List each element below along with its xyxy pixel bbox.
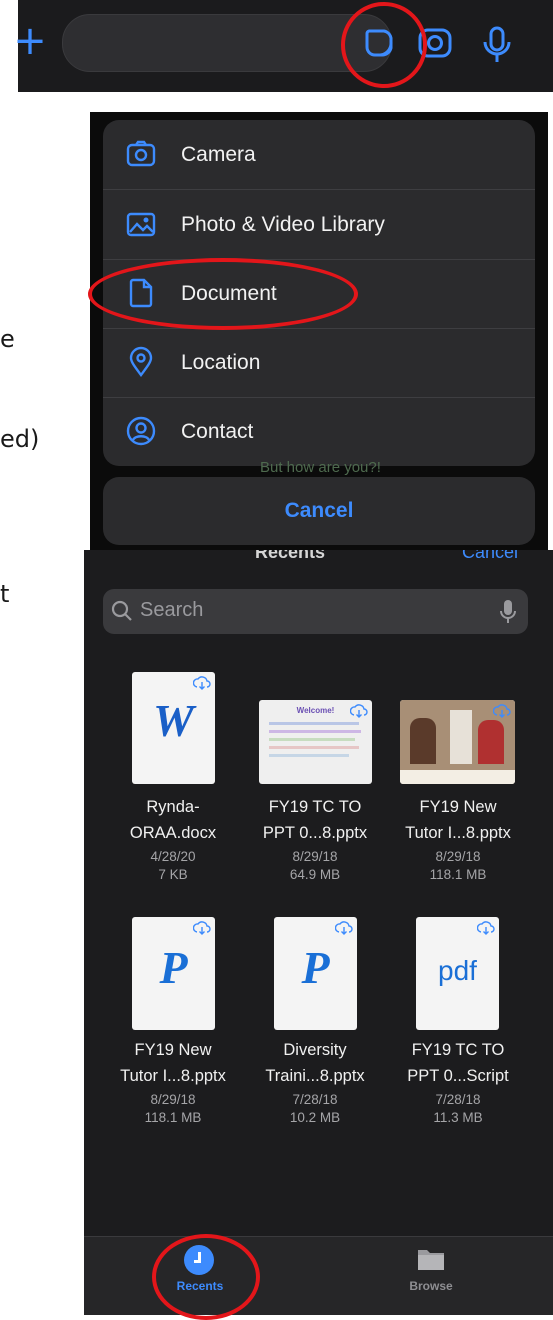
menu-item-camera[interactable]: Camera: [103, 120, 535, 190]
menu-item-label: Photo & Video Library: [181, 213, 385, 236]
pdf-file-thumbnail: pdf: [416, 917, 499, 1030]
file-name-line1: FY19 New: [134, 1041, 212, 1059]
file-name-line2: Tutor I...8.pptx: [405, 824, 511, 842]
file-date: 8/29/18: [292, 849, 338, 864]
slide-photo-thumbnail: [400, 700, 515, 784]
cloud-download-icon: [193, 921, 211, 935]
cloud-download-icon: [493, 704, 511, 718]
menu-item-photo-library[interactable]: Photo & Video Library: [103, 190, 535, 260]
file-size: 7 KB: [158, 867, 188, 882]
edge-text-1: e: [0, 325, 15, 353]
edge-text-3: t: [0, 580, 10, 608]
location-pin-icon: [129, 346, 153, 377]
word-file-thumbnail: W: [132, 672, 215, 784]
file-size: 118.1 MB: [144, 1110, 202, 1125]
file-name-line2: Traini...8.pptx: [265, 1067, 365, 1085]
file-date: 7/28/18: [292, 1092, 338, 1107]
file-size: 64.9 MB: [289, 867, 341, 882]
tab-browse[interactable]: Browse: [386, 1279, 476, 1293]
cloud-download-icon: [335, 921, 353, 935]
file-size: 10.2 MB: [289, 1110, 341, 1125]
file-name-line2: ORAA.docx: [129, 824, 217, 842]
file-name-line2: Tutor I...8.pptx: [120, 1067, 226, 1085]
file-item[interactable]: Welcome! FY19 TC TO PPT 0...8.pptx 8/29/…: [240, 670, 390, 900]
picker-cancel-button[interactable]: Cancel: [462, 550, 518, 563]
photo-library-icon: [126, 212, 156, 237]
file-size: 11.3 MB: [433, 1110, 483, 1125]
menu-item-location[interactable]: Location: [103, 328, 535, 398]
file-item[interactable]: pdf FY19 TC TO PPT 0...Script 7/28/18 11…: [383, 917, 533, 1147]
file-name-line1: FY19 New: [419, 798, 497, 816]
plus-icon[interactable]: +: [12, 21, 48, 61]
annotation-circle-recents: [152, 1234, 260, 1320]
file-item[interactable]: FY19 New Tutor I...8.pptx 8/29/18 118.1 …: [383, 670, 533, 900]
powerpoint-letter: P: [159, 942, 188, 993]
microphone-icon[interactable]: [498, 598, 518, 626]
picker-title: Recents: [254, 550, 326, 562]
microphone-icon[interactable]: [476, 20, 518, 68]
folder-icon[interactable]: [416, 1245, 446, 1273]
file-item[interactable]: P FY19 New Tutor I...8.pptx 8/29/18 118.…: [98, 917, 248, 1147]
file-size: 118.1 MB: [429, 867, 487, 882]
file-date: 4/28/20: [150, 849, 196, 864]
search-icon: [111, 600, 132, 621]
word-letter: W: [153, 695, 194, 746]
file-date: 8/29/18: [435, 849, 481, 864]
powerpoint-letter: P: [301, 942, 330, 993]
camera-icon: [126, 140, 156, 167]
cloud-download-icon: [350, 704, 368, 718]
file-name-line1: Diversity: [283, 1041, 347, 1059]
annotation-circle-document: [88, 258, 358, 330]
cancel-button[interactable]: Cancel: [103, 477, 535, 545]
menu-item-label: Camera: [181, 143, 256, 166]
file-name-line1: FY19 TC TO: [268, 798, 362, 816]
file-item[interactable]: W Rynda- ORAA.docx 4/28/20 7 KB: [98, 670, 248, 900]
contact-icon: [126, 416, 156, 446]
file-name-line1: FY19 TC TO: [411, 1041, 505, 1059]
background-message: But how are you?!: [260, 459, 381, 476]
search-placeholder: Search: [140, 599, 204, 621]
file-name-line1: Rynda-: [146, 798, 200, 816]
file-date: 7/28/18: [435, 1092, 481, 1107]
file-date: 8/29/18: [150, 1092, 196, 1107]
pdf-label: pdf: [438, 955, 477, 986]
file-name-line2: PPT 0...Script: [407, 1067, 509, 1085]
menu-item-contact[interactable]: Contact: [103, 397, 535, 466]
cloud-download-icon: [477, 921, 495, 935]
file-name-line2: PPT 0...8.pptx: [262, 824, 368, 842]
slide-thumbnail: Welcome!: [259, 700, 372, 784]
picker-header: Recents Cancel: [84, 550, 553, 570]
annotation-circle-sticker: [341, 2, 427, 88]
cloud-download-icon: [193, 676, 211, 690]
edge-text-2: ed): [0, 425, 40, 453]
menu-item-label: Contact: [181, 420, 254, 443]
powerpoint-file-thumbnail: P: [274, 917, 357, 1030]
powerpoint-file-thumbnail: P: [132, 917, 215, 1030]
menu-item-label: Location: [181, 351, 261, 374]
file-item[interactable]: P Diversity Traini...8.pptx 7/28/18 10.2…: [240, 917, 390, 1147]
